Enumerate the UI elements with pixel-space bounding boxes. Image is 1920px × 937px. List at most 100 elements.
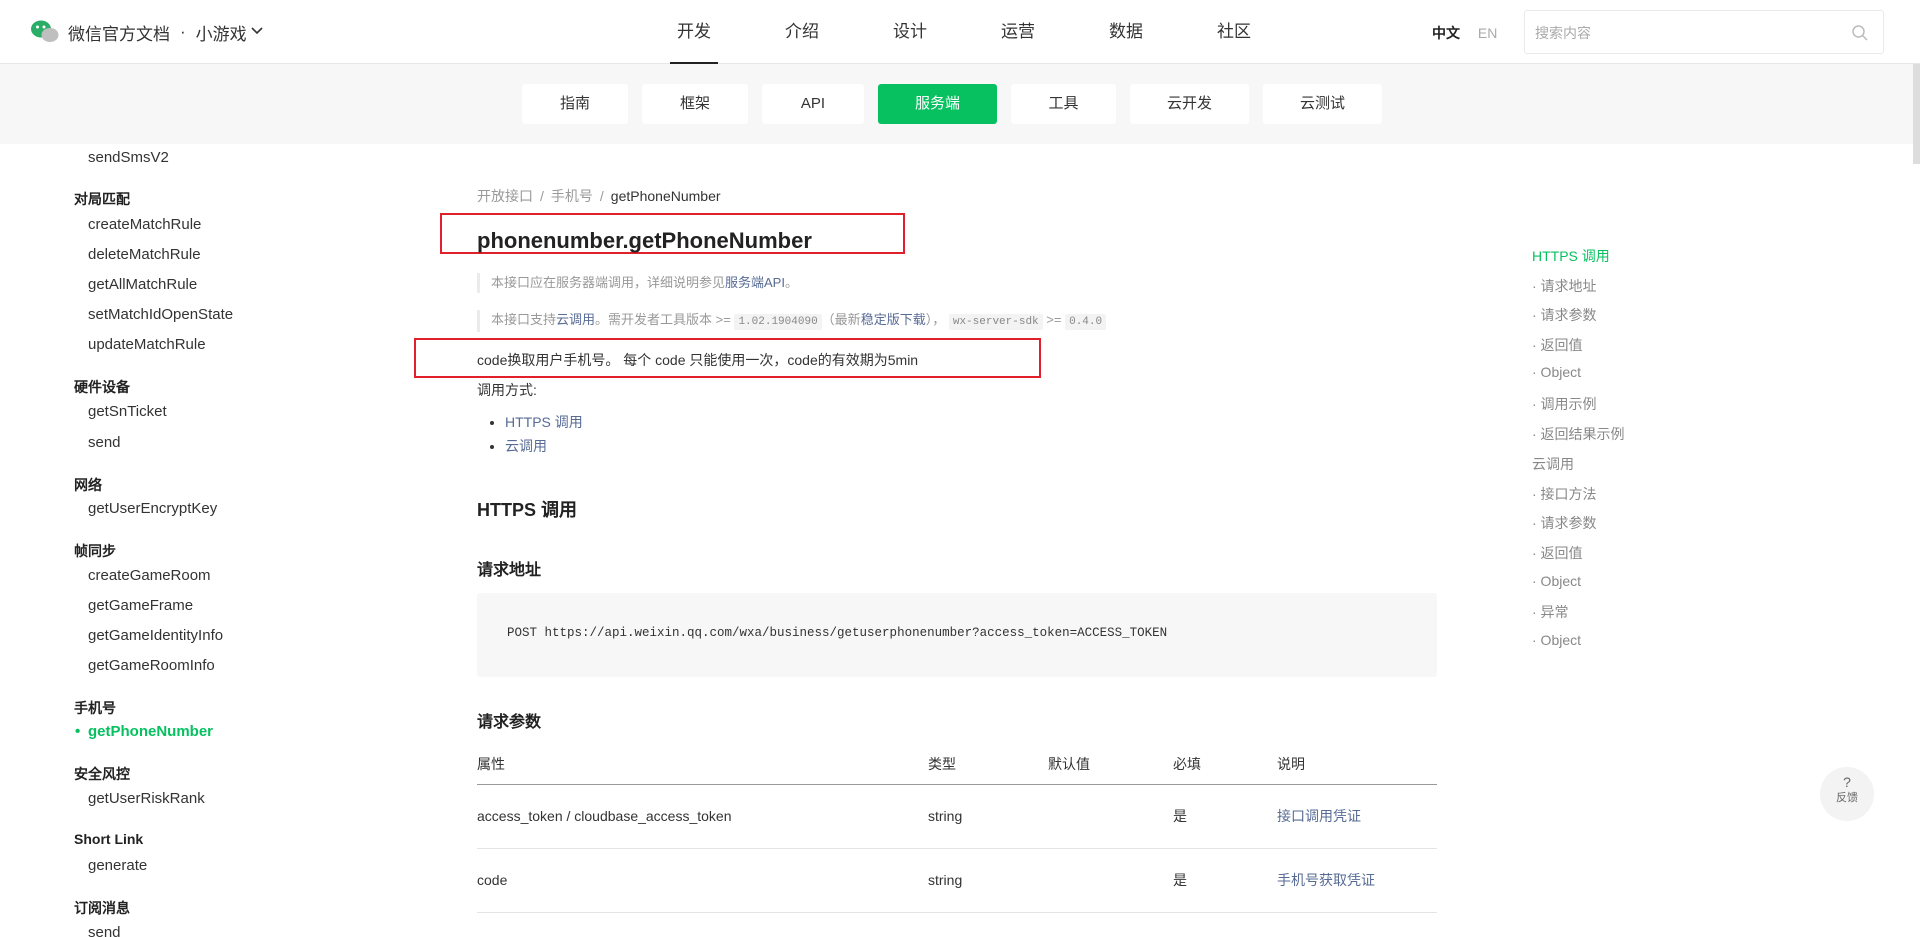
sidebar-item-send-hw[interactable]: send (88, 434, 121, 451)
toc-item-request-url[interactable]: · 请求地址 (1532, 276, 1597, 296)
link-stable-download[interactable]: 稳定版下载 (861, 312, 926, 327)
tab-tools[interactable]: 工具 (1011, 84, 1116, 124)
toc-item-cloud-call[interactable]: 云调用 (1532, 454, 1574, 474)
note-cloud-call: 本接口支持云调用。需开发者工具版本 >= 1.02.1904090 （最新稳定版下… (477, 310, 1107, 332)
cell-desc-link[interactable]: 接口调用凭证 (1277, 784, 1437, 849)
cell-attribute: code (477, 848, 928, 913)
description-text: code换取用户手机号。 每个 code 只能使用一次，code的有效期为5mi… (477, 352, 919, 368)
nav-item-community[interactable]: 社区 (1180, 0, 1288, 64)
tab-framework[interactable]: 框架 (642, 84, 748, 124)
sidebar-group-risk: 安全风控 (74, 766, 130, 782)
th-desc: 说明 (1277, 754, 1437, 785)
tab-guide[interactable]: 指南 (522, 84, 628, 124)
toc-item-object-exception[interactable]: · Object (1532, 632, 1581, 648)
breadcrumb-open-api[interactable]: 开放接口 (477, 188, 533, 204)
nav-item-intro[interactable]: 介绍 (748, 0, 856, 64)
call-method-list: HTTPS 调用 云调用 (505, 412, 583, 460)
sidebar-group-subscribe: 订阅消息 (74, 900, 130, 916)
feedback-button[interactable]: ? 反馈 (1820, 767, 1874, 821)
sidebar-item-send-sub[interactable]: send (88, 924, 121, 937)
chevron-down-icon[interactable] (251, 24, 263, 38)
lang-en[interactable]: EN (1478, 25, 1497, 41)
toc-item-https-call[interactable]: HTTPS 调用 (1532, 246, 1610, 266)
toc-item-exception[interactable]: · 异常 (1532, 602, 1569, 622)
table-header-row: 属性 类型 默认值 必填 说明 (477, 754, 1437, 785)
note-text-end: 。 (784, 275, 798, 290)
cell-default (1048, 848, 1173, 913)
sidebar-item-getsnticket[interactable]: getSnTicket (88, 403, 167, 420)
nav-item-dev[interactable]: 开发 (640, 0, 748, 64)
link-cloud-call[interactable]: 云调用 (556, 312, 595, 327)
sidebar-item-generate[interactable]: generate (88, 857, 147, 874)
cell-required: 是 (1173, 784, 1277, 849)
list-item: 云调用 (505, 436, 583, 456)
toc-item-return-value-cloud[interactable]: · 返回值 (1532, 543, 1583, 563)
sidebar-item-sendsmsv2[interactable]: sendSmsV2 (88, 149, 169, 166)
top-header: 微信官方文档 · 小游戏 开发 介绍 设计 运营 数据 社区 中文 EN (0, 0, 1920, 64)
cell-type: string (928, 784, 1048, 849)
toc-item-request-params-cloud[interactable]: · 请求参数 (1532, 513, 1597, 533)
note-text: 本接口支持 (491, 312, 557, 327)
code-version: 1.02.1904090 (734, 314, 822, 330)
sidebar-item-setmatchidopenstate[interactable]: setMatchIdOpenState (88, 306, 233, 323)
sidebar-item-getgameidentityinfo[interactable]: getGameIdentityInfo (88, 627, 223, 644)
code-block: POST https://api.weixin.qq.com/wxa/busin… (477, 593, 1437, 677)
feedback-label: 反馈 (1836, 792, 1858, 804)
sidebar-item-getallmatchrule[interactable]: getAllMatchRule (88, 276, 197, 293)
toc-item-return-value[interactable]: · 返回值 (1532, 335, 1583, 355)
tab-api[interactable]: API (762, 84, 864, 124)
tab-cloud-test[interactable]: 云测试 (1263, 84, 1382, 124)
cell-attribute: access_token / cloudbase_access_token (477, 784, 928, 849)
sidebar-item-deletematchrule[interactable]: deleteMatchRule (88, 246, 201, 263)
toc-item-request-params[interactable]: · 请求参数 (1532, 305, 1597, 325)
toc-item-object-cloud[interactable]: · Object (1532, 573, 1581, 589)
search-icon[interactable] (1851, 24, 1869, 42)
toc-item-return-example[interactable]: · 返回结果示例 (1532, 424, 1625, 444)
cell-type: string (928, 848, 1048, 913)
sidebar-item-getgameframe[interactable]: getGameFrame (88, 597, 193, 614)
nav-item-operate[interactable]: 运营 (964, 0, 1072, 64)
cell-desc-link[interactable]: 手机号获取凭证 (1277, 848, 1437, 913)
search-box (1524, 10, 1884, 54)
sidebar-item-createmtchrule[interactable]: createMatchRule (88, 216, 201, 233)
nav-item-design[interactable]: 设计 (856, 0, 964, 64)
language-switch: 中文 EN (1432, 23, 1497, 43)
nav-item-data[interactable]: 数据 (1072, 0, 1180, 64)
link-server-api[interactable]: 服务端API (725, 275, 785, 290)
sidebar-item-creategameroom[interactable]: createGameRoom (88, 567, 211, 584)
sidebar-item-getuserriskrank[interactable]: getUserRiskRank (88, 790, 205, 807)
note-server-api: 本接口应在服务器端调用，详细说明参见服务端API。 (477, 273, 798, 293)
link-https-call[interactable]: HTTPS 调用 (505, 414, 583, 430)
sidebar-item-getphonenumber[interactable]: getPhoneNumber (75, 723, 213, 740)
request-url-code: POST https://api.weixin.qq.com/wxa/busin… (507, 626, 1168, 640)
sidebar-item-getgameroominfo[interactable]: getGameRoomInfo (88, 657, 215, 674)
sidebar-group-shortlink: Short Link (74, 831, 144, 847)
note-text: >= (1042, 312, 1066, 327)
code-sdk: wx-server-sdk (948, 314, 1043, 330)
search-input[interactable] (1535, 22, 1835, 44)
lang-zh[interactable]: 中文 (1432, 25, 1460, 41)
sidebar-item-updatematchrule[interactable]: updateMatchRule (88, 336, 206, 353)
product-switch-label[interactable]: 小游戏 (196, 20, 247, 45)
cell-required: 是 (1173, 848, 1277, 913)
brand[interactable]: 微信官方文档 · 小游戏 (30, 18, 263, 46)
sidebar-item-getuserencryptkey[interactable]: getUserEncryptKey (88, 500, 217, 517)
note-text: ）， (925, 312, 946, 327)
link-cloud-call-anchor[interactable]: 云调用 (505, 438, 547, 454)
page-scrollbar[interactable] (1913, 64, 1920, 164)
question-icon: ? (1843, 774, 1851, 790)
toc-item-method[interactable]: · 接口方法 (1532, 484, 1597, 504)
brand-separator: · (180, 22, 186, 41)
toc-item-object[interactable]: · Object (1532, 364, 1581, 380)
sub-nav: 指南 框架 API 服务端 工具 云开发 云测试 (0, 64, 1920, 144)
tab-server[interactable]: 服务端 (878, 84, 997, 124)
note-text: （最新 (821, 312, 861, 327)
toc-item-call-example[interactable]: · 调用示例 (1532, 394, 1597, 414)
sidebar: sendSmsV2 对局匹配 createMatchRule deleteMat… (0, 144, 332, 937)
breadcrumb-separator: / (540, 188, 544, 204)
tab-cloud-dev[interactable]: 云开发 (1130, 84, 1249, 124)
main-nav: 开发 介绍 设计 运营 数据 社区 (640, 0, 1288, 64)
breadcrumb-phone[interactable]: 手机号 (551, 188, 593, 204)
brand-title: 微信官方文档 (68, 24, 170, 44)
note-text: 本接口应在服务器端调用，详细说明参见 (491, 275, 726, 290)
